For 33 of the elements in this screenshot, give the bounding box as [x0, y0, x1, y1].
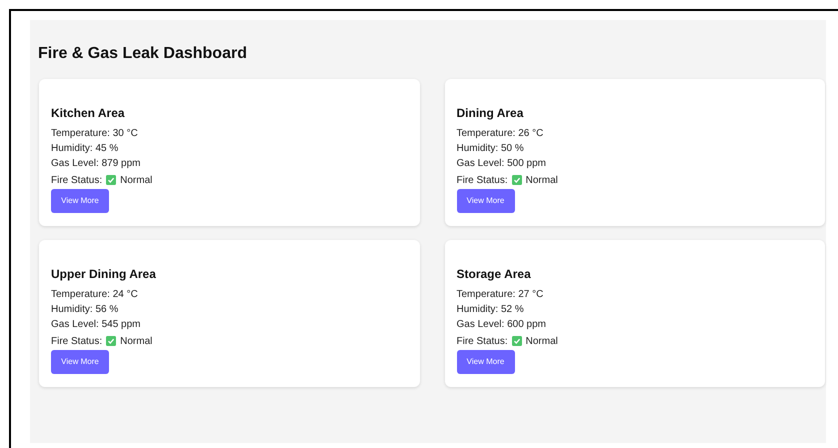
area-title: Storage Area [456, 266, 531, 283]
check-icon [512, 175, 522, 185]
check-icon [106, 175, 116, 185]
fire-status-label: Fire Status: [456, 174, 508, 188]
reading-text: Temperature: 30 °C [51, 127, 138, 141]
view-more-button[interactable]: View More [456, 189, 514, 213]
reading-text: Humidity: 45 % [51, 142, 118, 156]
reading-text: Temperature: 26 °C [456, 127, 544, 141]
area-title: Dining Area [456, 105, 524, 122]
fire-status-value: Normal [526, 174, 558, 188]
reading-text: Gas Level: 879 ppm [51, 157, 140, 171]
reading-text: Gas Level: 600 ppm [456, 318, 546, 332]
reading-text: Humidity: 56 % [51, 303, 118, 317]
check-icon [106, 336, 116, 346]
fire-status-label: Fire Status: [51, 174, 102, 188]
reading-text: Humidity: 50 % [456, 142, 524, 156]
fire-status-label: Fire Status: [456, 334, 508, 348]
reading-text: Temperature: 27 °C [456, 288, 544, 302]
reading-text: Temperature: 24 °C [51, 288, 138, 302]
fire-status-label: Fire Status: [51, 334, 102, 348]
reading-text: Humidity: 52 % [456, 303, 524, 317]
dashboard-title: Fire & Gas Leak Dashboard [38, 44, 248, 64]
view-more-button[interactable]: View More [51, 189, 109, 213]
reading-text: Gas Level: 500 ppm [456, 157, 546, 171]
check-icon [512, 336, 522, 346]
fire-status-value: Normal [120, 174, 152, 188]
view-more-button[interactable]: View More [51, 350, 109, 374]
area-title: Kitchen Area [51, 105, 125, 122]
reading-text: Gas Level: 545 ppm [51, 318, 140, 332]
area-title: Upper Dining Area [51, 266, 156, 283]
view-more-button[interactable]: View More [456, 350, 514, 374]
fire-status-value: Normal [120, 334, 152, 348]
fire-status-value: Normal [526, 334, 558, 348]
